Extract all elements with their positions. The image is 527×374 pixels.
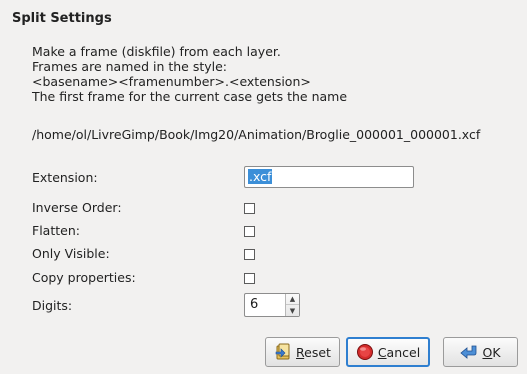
inverse-order-label: Inverse Order:: [32, 200, 122, 215]
dialog-title: Split Settings: [12, 11, 112, 26]
description-line: Make a frame (diskfile) from each layer.: [32, 44, 281, 59]
spin-up-icon[interactable]: ▲: [286, 294, 299, 305]
cancel-icon: [356, 343, 374, 361]
inverse-order-checkbox[interactable]: [244, 203, 255, 214]
cancel-button[interactable]: Cancel: [346, 337, 430, 367]
only-visible-label: Only Visible:: [32, 246, 110, 261]
ok-label: K: [492, 344, 501, 360]
only-visible-checkbox[interactable]: [244, 249, 255, 260]
description: Make a frame (diskfile) from each layer.…: [32, 44, 347, 104]
description-line: The first frame for the current case get…: [32, 89, 348, 104]
spin-down-icon[interactable]: ▼: [286, 305, 299, 316]
reset-label: eset: [304, 344, 331, 360]
extension-value: .xcf: [248, 169, 273, 184]
ok-mnemonic: O: [482, 344, 493, 360]
extension-input[interactable]: .xcf: [244, 166, 414, 188]
description-line: Frames are named in the style:: [32, 59, 228, 74]
flatten-checkbox[interactable]: [244, 226, 255, 237]
digits-spinbutton[interactable]: 6 ▲ ▼: [244, 293, 300, 317]
digits-value: 6: [250, 297, 259, 312]
reset-button[interactable]: Reset: [265, 337, 340, 367]
copy-properties-label: Copy properties:: [32, 270, 136, 285]
flatten-label: Flatten:: [32, 223, 80, 238]
frame-path: /home/ol/LivreGimp/Book/Img20/Animation/…: [32, 127, 481, 142]
cancel-mnemonic: C: [377, 344, 387, 360]
spin-arrows: ▲ ▼: [285, 294, 299, 316]
ok-button[interactable]: OK: [443, 337, 518, 367]
split-settings-dialog: Split Settings Make a frame (diskfile) f…: [0, 0, 527, 374]
digits-label: Digits:: [32, 298, 73, 313]
description-line: <basename><framenumber>.<extension>: [32, 74, 311, 89]
reset-mnemonic: R: [296, 344, 305, 360]
extension-label: Extension:: [32, 170, 98, 185]
cancel-label: ancel: [386, 344, 421, 360]
reset-icon: [274, 343, 292, 361]
copy-properties-checkbox[interactable]: [244, 273, 255, 284]
ok-icon: [460, 343, 478, 361]
